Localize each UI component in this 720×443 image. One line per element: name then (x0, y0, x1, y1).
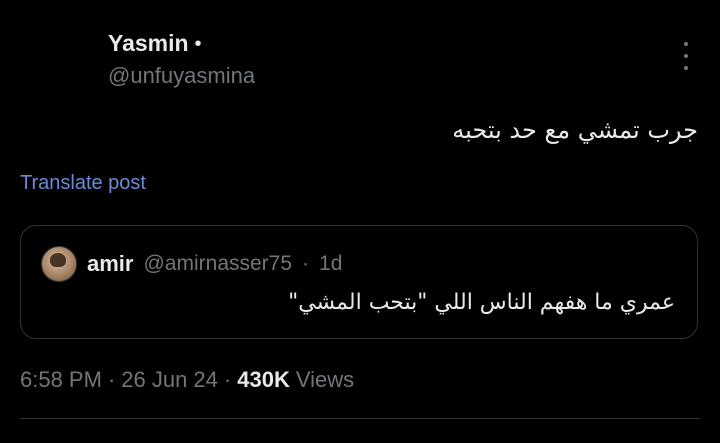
post-text: جرب تمشي مع حد بتحبه (452, 116, 698, 144)
author-name-row: Yasmin • (108, 30, 255, 57)
quoted-separator: · (302, 252, 310, 275)
views-label: Views (295, 367, 355, 392)
more-options-icon[interactable] (678, 42, 694, 70)
views-count[interactable]: 430K (237, 367, 290, 393)
author-handle[interactable]: @unfuyasmina (108, 63, 255, 89)
author-header: Yasmin • @unfuyasmina (108, 30, 255, 89)
quoted-post-text: عمري ما هفهم الناس اللي "بتحب المشي" (288, 290, 675, 315)
post-date[interactable]: 26 Jun 24 (121, 367, 218, 393)
author-dot: • (194, 32, 202, 55)
post-meta: 6:58 PM · 26 Jun 24 · 430K Views (20, 367, 354, 393)
avatar[interactable] (41, 246, 77, 282)
quoted-post-card[interactable]: amir @amirnasser75 · 1d عمري ما هفهم الن… (20, 225, 698, 339)
meta-separator: · (107, 367, 116, 392)
meta-separator: · (223, 367, 232, 392)
quoted-post-header: amir @amirnasser75 · 1d (41, 246, 342, 282)
divider (20, 418, 700, 419)
more-dot (684, 66, 688, 70)
quoted-author-handle: @amirnasser75 (143, 252, 293, 275)
author-name[interactable]: Yasmin (108, 30, 189, 57)
translate-post-link[interactable]: Translate post (20, 172, 146, 195)
quoted-author-name: amir (87, 251, 134, 276)
post-time[interactable]: 6:58 PM (20, 367, 102, 393)
more-dot (684, 54, 688, 58)
quoted-post-age: 1d (319, 252, 343, 275)
more-dot (684, 42, 688, 46)
